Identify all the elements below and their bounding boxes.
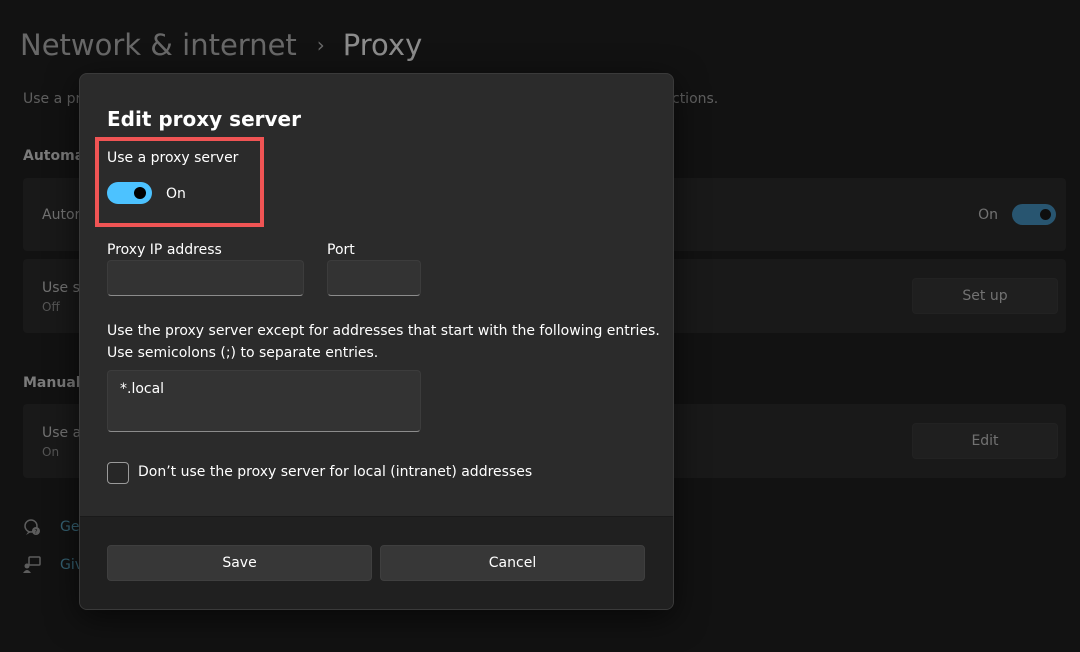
annotation-highlight-box bbox=[95, 137, 264, 227]
dialog-footer: Save Cancel bbox=[80, 516, 673, 609]
local-addresses-checkbox-label[interactable]: Don’t use the proxy server for local (in… bbox=[138, 464, 532, 480]
local-addresses-checkbox[interactable] bbox=[107, 462, 129, 484]
proxy-ip-input[interactable] bbox=[107, 260, 304, 296]
exceptions-description-line1: Use the proxy server except for addresse… bbox=[107, 323, 660, 339]
exceptions-description: Use the proxy server except for addresse… bbox=[107, 320, 667, 364]
dialog-title: Edit proxy server bbox=[107, 107, 301, 131]
port-input[interactable] bbox=[327, 260, 421, 296]
exceptions-description-line2: Use semicolons (;) to separate entries. bbox=[107, 345, 379, 361]
proxy-ip-label: Proxy IP address bbox=[107, 242, 222, 258]
exceptions-textarea[interactable]: *.local bbox=[107, 370, 421, 432]
port-label: Port bbox=[327, 242, 355, 258]
cancel-button[interactable]: Cancel bbox=[380, 545, 645, 581]
save-button[interactable]: Save bbox=[107, 545, 372, 581]
edit-proxy-dialog: Edit proxy server Use a proxy server On … bbox=[79, 73, 674, 610]
